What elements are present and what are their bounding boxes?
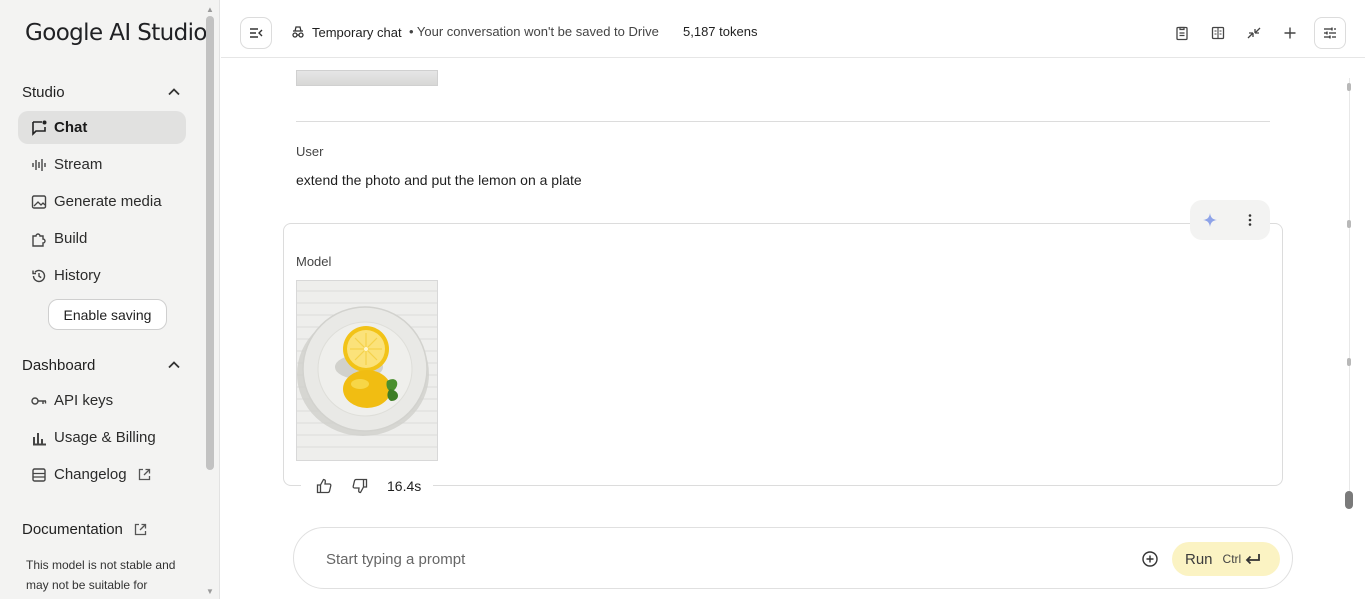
run-label: Run bbox=[1185, 550, 1213, 568]
sidebar-item-label: Usage & Billing bbox=[54, 429, 156, 446]
model-role-label: Model bbox=[296, 254, 332, 269]
response-feedback: 16.4s bbox=[301, 473, 434, 498]
top-bar-actions bbox=[1166, 17, 1346, 49]
image-icon bbox=[30, 193, 48, 211]
run-shortcut-label: Ctrl bbox=[1222, 552, 1242, 566]
thumbs-up-icon[interactable] bbox=[313, 475, 335, 497]
sidebar-scrollbar[interactable] bbox=[206, 16, 214, 470]
temporary-chat-indicator[interactable]: Temporary chat bbox=[290, 24, 402, 40]
sidebar-item-history[interactable]: History bbox=[18, 259, 186, 292]
scroll-marker[interactable] bbox=[1347, 220, 1351, 228]
sidebar-item-label: Chat bbox=[54, 119, 88, 136]
drive-notice: • Your conversation won't be saved to Dr… bbox=[409, 24, 659, 39]
sidebar-item-label: Generate media bbox=[54, 193, 162, 210]
documentation-link[interactable]: Documentation bbox=[22, 521, 148, 538]
studio-section-title: Studio bbox=[22, 83, 65, 101]
settings-tune-icon[interactable] bbox=[1314, 17, 1346, 49]
more-options-icon[interactable] bbox=[1238, 208, 1262, 232]
app-root: Google AI Studio Studio Chat Stream Gene… bbox=[0, 0, 1365, 599]
content-scroll-thumb[interactable] bbox=[1345, 491, 1353, 509]
sidebar-item-label: API keys bbox=[54, 392, 114, 409]
sidebar-item-build[interactable]: Build bbox=[18, 222, 186, 255]
stream-icon bbox=[30, 156, 48, 174]
prompt-bar: Run Ctrl bbox=[293, 527, 1293, 589]
enable-saving-button[interactable]: Enable saving bbox=[48, 299, 167, 330]
token-count: 5,187 tokens bbox=[683, 24, 758, 39]
sidebar-item-generate-media[interactable]: Generate media bbox=[18, 185, 186, 218]
scroll-marker[interactable] bbox=[1347, 358, 1351, 366]
message-divider bbox=[296, 121, 1270, 122]
model-stability-note: This model is not stable and may not be … bbox=[26, 558, 176, 592]
changelog-icon bbox=[30, 466, 48, 484]
incognito-icon bbox=[290, 24, 306, 40]
prompt-input[interactable] bbox=[326, 547, 1106, 571]
sidebar-item-label: Changelog bbox=[54, 466, 127, 483]
dashboard-section-header[interactable]: Dashboard bbox=[22, 354, 182, 376]
sidebar-item-api-keys[interactable]: API keys bbox=[18, 384, 186, 417]
response-time: 16.4s bbox=[387, 477, 422, 494]
sidebar-item-usage-billing[interactable]: Usage & Billing bbox=[18, 421, 186, 454]
compare-icon[interactable] bbox=[1202, 17, 1234, 49]
sidebar-item-label: Build bbox=[54, 230, 88, 247]
run-button[interactable]: Run Ctrl bbox=[1172, 542, 1280, 576]
sidebar: Google AI Studio Studio Chat Stream Gene… bbox=[0, 0, 220, 599]
puzzle-icon bbox=[30, 230, 48, 248]
sidebar-item-chat[interactable]: Chat bbox=[18, 111, 186, 144]
scroll-up-arrow-icon[interactable]: ▲ bbox=[206, 6, 214, 14]
response-actions bbox=[1190, 200, 1270, 240]
sparkle-icon[interactable] bbox=[1198, 208, 1222, 232]
sidebar-toggle-icon bbox=[250, 28, 263, 38]
sidebar-item-label: History bbox=[54, 267, 101, 284]
dashboard-section-title: Dashboard bbox=[22, 356, 96, 374]
app-logo[interactable]: Google AI Studio bbox=[25, 20, 208, 46]
clipboard-icon[interactable] bbox=[1166, 17, 1198, 49]
chat-icon bbox=[30, 119, 48, 137]
previous-image-thumbnail[interactable] bbox=[296, 70, 438, 86]
chevron-up-icon bbox=[168, 88, 180, 96]
chevron-up-icon bbox=[168, 361, 180, 369]
new-chat-icon[interactable] bbox=[1274, 17, 1306, 49]
temporary-chat-label: Temporary chat bbox=[312, 24, 402, 40]
collapse-icon[interactable] bbox=[1238, 17, 1270, 49]
top-bar: Temporary chat • Your conversation won't… bbox=[221, 0, 1365, 58]
key-icon bbox=[30, 392, 48, 410]
add-media-icon[interactable] bbox=[1139, 548, 1161, 570]
bar-chart-icon bbox=[30, 429, 48, 447]
external-link-icon bbox=[133, 522, 148, 537]
toggle-sidebar-button[interactable] bbox=[240, 17, 272, 49]
thumbs-down-icon[interactable] bbox=[349, 475, 371, 497]
documentation-label: Documentation bbox=[22, 521, 123, 538]
sidebar-item-changelog[interactable]: Changelog bbox=[18, 458, 186, 491]
user-message: extend the photo and put the lemon on a … bbox=[296, 172, 582, 188]
generated-lemon-image[interactable] bbox=[296, 280, 438, 461]
external-link-icon bbox=[137, 467, 152, 482]
user-role-label: User bbox=[296, 144, 324, 159]
chat-content[interactable]: User extend the photo and put the lemon … bbox=[221, 58, 1365, 599]
sidebar-item-stream[interactable]: Stream bbox=[18, 148, 186, 181]
history-icon bbox=[30, 267, 48, 285]
scroll-down-arrow-icon[interactable]: ▼ bbox=[206, 588, 214, 596]
enter-key-icon bbox=[1244, 552, 1261, 566]
scroll-marker[interactable] bbox=[1347, 83, 1351, 91]
sidebar-item-label: Stream bbox=[54, 156, 103, 173]
content-scroll-track[interactable] bbox=[1349, 78, 1350, 508]
studio-section-header[interactable]: Studio bbox=[22, 81, 182, 103]
